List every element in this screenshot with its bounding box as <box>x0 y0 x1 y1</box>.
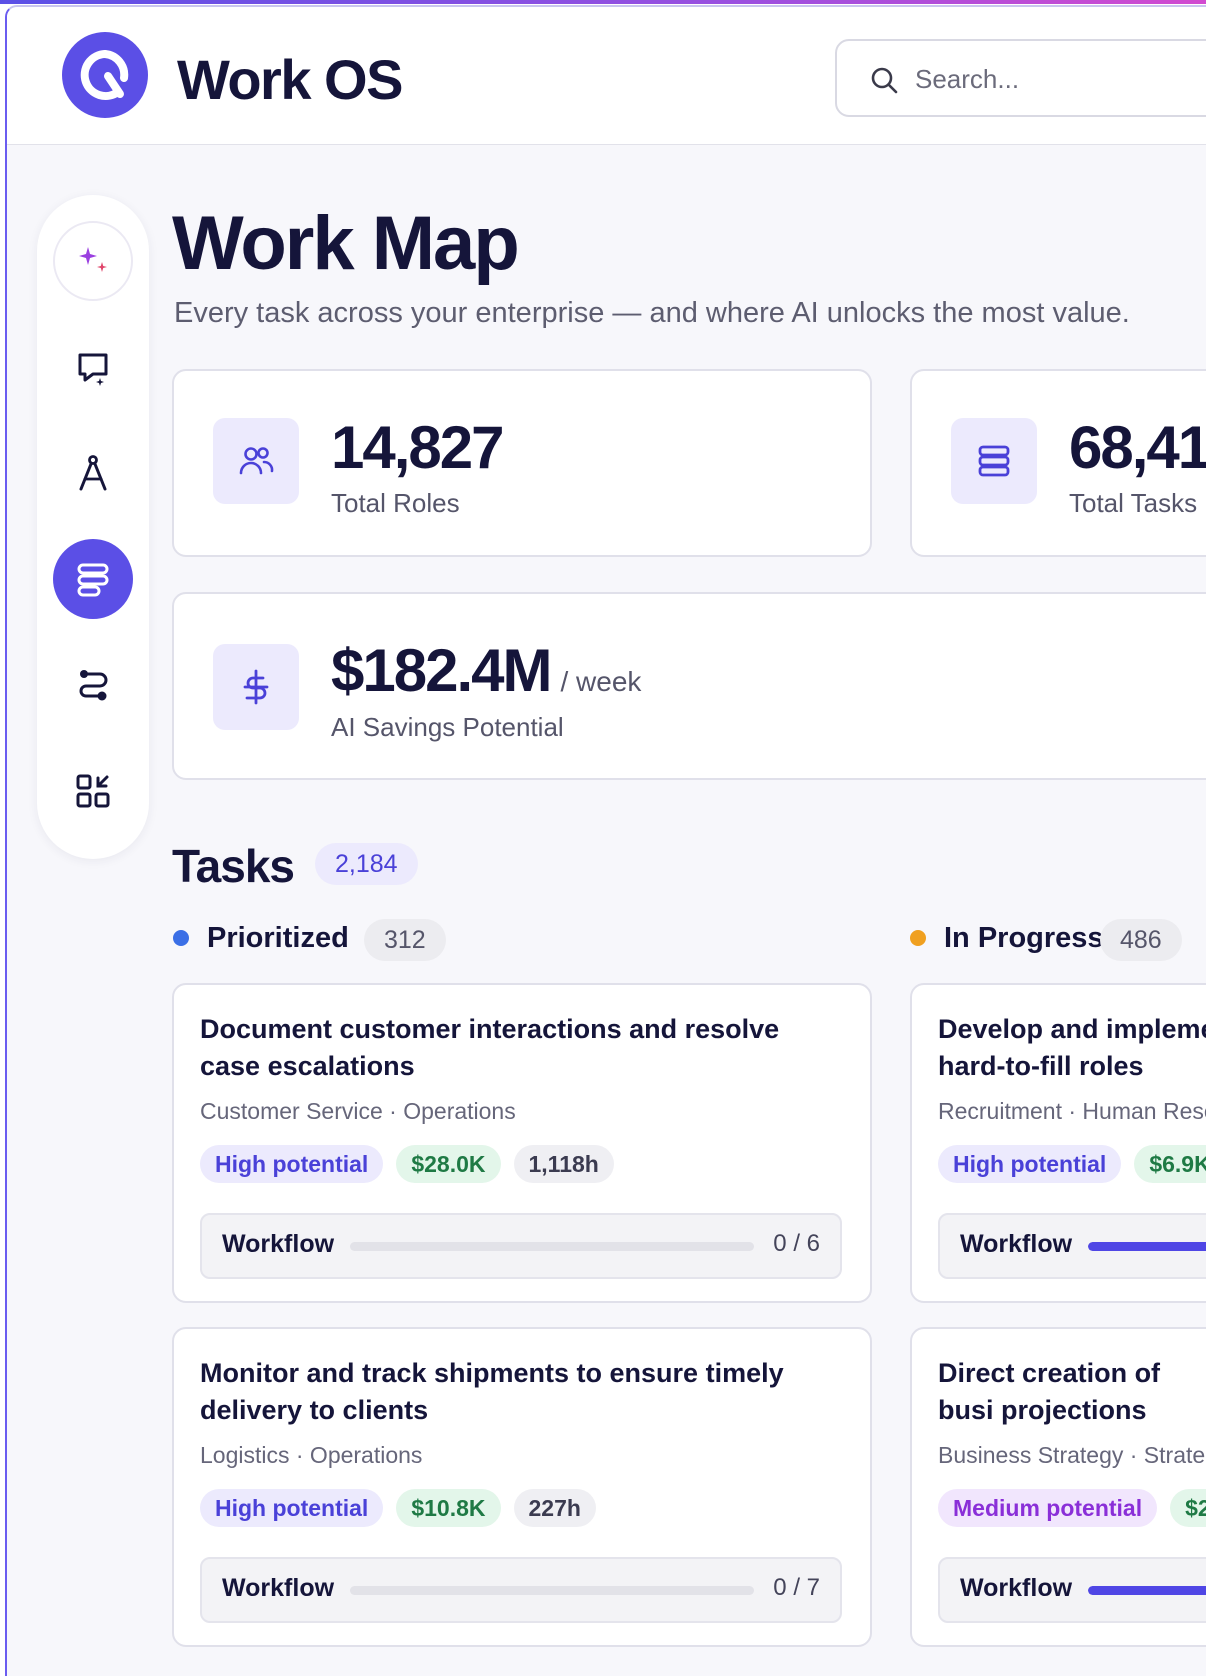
stack-icon <box>978 445 1010 477</box>
sparkles-icon <box>79 247 107 272</box>
savings-value: $182.4M <box>331 637 552 704</box>
sidebar-item-chat[interactable] <box>53 327 133 407</box>
workflow-bar[interactable]: Workflow <box>938 1213 1206 1279</box>
stat-icon-container <box>213 644 299 730</box>
workflow-progress-track <box>1088 1586 1206 1595</box>
workflow-count: 0 / 6 <box>773 1230 820 1257</box>
task-meta: Customer Service · Operations <box>200 1098 516 1124</box>
total-tasks-value: 68,41 <box>1069 414 1206 481</box>
task-card[interactable]: Direct creation of busi projections Busi… <box>910 1327 1206 1647</box>
potential-badge: High potential <box>200 1489 384 1527</box>
tasks-count-badge: 2,184 <box>315 843 418 885</box>
task-title: Document customer interactions and resol… <box>200 1014 780 1081</box>
prioritized-dot <box>173 930 189 946</box>
prioritized-count-badge: 312 <box>364 919 446 961</box>
total-roles-label: Total Roles <box>331 488 460 518</box>
sidebar-item-explore[interactable] <box>53 433 133 513</box>
task-chips: High potential $6.9K <box>938 1145 1206 1183</box>
chat-icon <box>78 353 108 386</box>
top-accent-bar <box>0 0 1206 4</box>
potential-badge: High potential <box>200 1145 384 1183</box>
workflow-progress-fill <box>1088 1586 1206 1595</box>
task-meta: Business Strategy · Strateg <box>938 1442 1206 1468</box>
task-chips: High potential $28.0K 1,118h <box>200 1145 614 1183</box>
task-title: Develop and implemen hard-to-fill roles <box>938 1014 1206 1081</box>
tasks-title: Tasks <box>172 840 295 892</box>
savings-value-row: $182.4M / week <box>331 636 641 705</box>
in-progress-dot <box>910 930 926 946</box>
hours-badge: 1,118h <box>513 1145 614 1183</box>
search-icon <box>871 67 898 94</box>
task-list-icon <box>77 563 109 597</box>
task-chips: Medium potential $24. <box>938 1489 1206 1527</box>
sidebar-item-apps[interactable] <box>53 751 133 831</box>
total-tasks-label: Total Tasks <box>1069 488 1198 518</box>
task-card[interactable]: Monitor and track shipments to ensure ti… <box>172 1327 872 1647</box>
total-roles-value: 14,827 <box>331 414 505 481</box>
sidebar <box>37 195 149 859</box>
stat-card-tasks: 68,41 Total Tasks <box>910 369 1206 557</box>
brand-name: Work OS <box>177 48 403 111</box>
sidebar-item-work-map[interactable] <box>53 539 133 619</box>
savings-badge: $24. <box>1170 1489 1206 1527</box>
savings-badge: $6.9K <box>1134 1145 1206 1183</box>
workflow-progress-track <box>1088 1242 1206 1251</box>
workflow-progress-fill <box>1088 1242 1206 1251</box>
top-header: Work OS <box>7 7 1206 145</box>
currency-icon <box>243 669 269 705</box>
column-title-in-progress: In Progress <box>944 922 1104 954</box>
workflow-count: 0 / 7 <box>773 1574 820 1601</box>
page-title: Work Map <box>172 201 520 286</box>
search-box[interactable] <box>835 39 1206 117</box>
app-window: Work OS Search... Work Map Every task ac… <box>5 5 1206 1676</box>
route-icon <box>79 670 108 701</box>
workflow-progress-track <box>350 1242 754 1251</box>
sidebar-item-ai[interactable] <box>53 221 133 301</box>
stat-icon-container <box>213 418 299 504</box>
workflow-label: Workflow <box>960 1574 1073 1602</box>
workflow-bar[interactable]: Workflow 0 / 6 <box>200 1213 842 1279</box>
workflow-progress-track <box>350 1586 754 1595</box>
stat-card-savings: $182.4M / week AI Savings Potential <box>172 592 1206 780</box>
page-subtitle: Every task across your enterprise — and … <box>174 297 1130 329</box>
savings-badge: $28.0K <box>396 1145 501 1183</box>
workflow-bar[interactable]: Workflow 0 / 7 <box>200 1557 842 1623</box>
workos-logo-icon[interactable] <box>62 32 148 118</box>
potential-badge: High potential <box>938 1145 1122 1183</box>
task-title: Direct creation of busi projections <box>938 1358 1161 1425</box>
in-progress-count-badge: 486 <box>1100 919 1182 961</box>
potential-badge: Medium potential <box>938 1489 1158 1527</box>
users-icon <box>239 447 274 475</box>
stat-icon-container <box>951 418 1037 504</box>
task-chips: High potential $10.8K 227h <box>200 1489 596 1527</box>
search-input[interactable] <box>915 59 1206 99</box>
savings-unit: / week <box>560 666 642 697</box>
stat-card-roles: 14,827 Total Roles <box>172 369 872 557</box>
task-card[interactable]: Develop and implemen hard-to-fill roles … <box>910 983 1206 1303</box>
compass-icon <box>79 455 107 491</box>
workflow-label: Workflow <box>222 1230 335 1258</box>
apps-icon <box>76 774 110 808</box>
column-title-prioritized: Prioritized <box>207 922 349 954</box>
savings-label: AI Savings Potential <box>331 712 564 742</box>
task-meta: Recruitment · Human Reso <box>938 1098 1206 1124</box>
task-card[interactable]: Document customer interactions and resol… <box>172 983 872 1303</box>
workflow-bar[interactable]: Workflow <box>938 1557 1206 1623</box>
hours-badge: 227h <box>513 1489 596 1527</box>
task-title: Monitor and track shipments to ensure ti… <box>200 1358 784 1425</box>
workflow-label: Workflow <box>222 1574 335 1602</box>
sidebar-item-flows[interactable] <box>53 645 133 725</box>
workflow-label: Workflow <box>960 1230 1073 1258</box>
savings-badge: $10.8K <box>396 1489 501 1527</box>
task-meta: Logistics · Operations <box>200 1442 423 1468</box>
